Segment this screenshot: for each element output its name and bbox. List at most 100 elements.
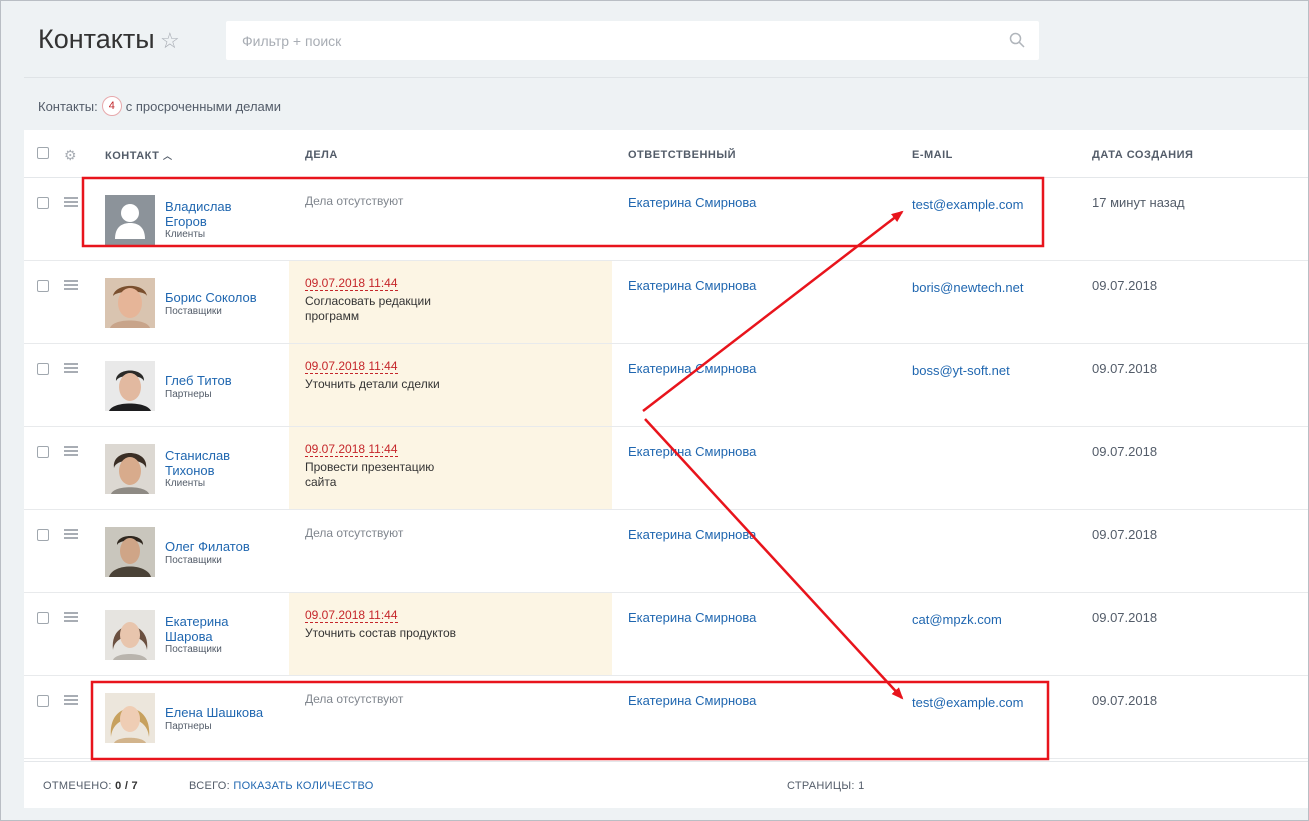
contact-type: Поставщики bbox=[165, 555, 222, 566]
star-icon[interactable]: ☆ bbox=[160, 28, 180, 54]
responsible-link[interactable]: Екатерина Смирнова bbox=[628, 527, 756, 542]
avatar[interactable] bbox=[105, 361, 155, 411]
created-date: 09.07.2018 bbox=[1092, 527, 1158, 542]
column-created[interactable]: ДАТА СОЗДАНИЯ bbox=[1092, 149, 1193, 161]
email-link[interactable]: boss@yt-soft.net bbox=[912, 363, 1010, 378]
contact-name-link[interactable]: Станислав Тихонов bbox=[165, 448, 265, 478]
avatar-photo bbox=[105, 444, 155, 494]
drag-handle-icon[interactable] bbox=[64, 612, 78, 624]
email-link[interactable]: boris@newtech.net bbox=[912, 280, 1023, 295]
search-box[interactable] bbox=[226, 21, 1039, 60]
row-checkbox[interactable] bbox=[37, 446, 49, 458]
drag-handle-icon[interactable] bbox=[64, 280, 78, 292]
email-link[interactable]: cat@mpzk.com bbox=[912, 612, 1002, 627]
deal-deadline-link[interactable]: 09.07.2018 11:44 bbox=[305, 277, 398, 291]
grid-footer: ОТМЕЧЕНО: 0 / 7 ВСЕГО: ПОКАЗАТЬ КОЛИЧЕСТ… bbox=[24, 761, 1309, 808]
deal-deadline-link[interactable]: 09.07.2018 11:44 bbox=[305, 360, 398, 374]
created-date: 09.07.2018 bbox=[1092, 610, 1158, 625]
row-checkbox[interactable] bbox=[37, 363, 49, 375]
page-header: Контакты ☆ bbox=[0, 0, 1309, 78]
total-counter: ВСЕГО: ПОКАЗАТЬ КОЛИЧЕСТВО bbox=[189, 780, 374, 792]
checked-value: 0 / 7 bbox=[115, 780, 138, 792]
responsible-link[interactable]: Екатерина Смирнова bbox=[628, 195, 756, 210]
deal-text[interactable]: Уточнить детали сделки bbox=[305, 377, 465, 392]
table-row[interactable]: Екатерина Шарова Поставщики 09.07.2018 1… bbox=[24, 593, 1309, 676]
contact-type: Клиенты bbox=[165, 478, 206, 489]
avatar-photo bbox=[105, 693, 155, 743]
created-date: 09.07.2018 bbox=[1092, 361, 1158, 376]
deal-cell: Дела отсутствуют bbox=[289, 178, 612, 260]
responsible-link[interactable]: Екатерина Смирнова bbox=[628, 693, 756, 708]
select-all-checkbox[interactable] bbox=[37, 147, 49, 159]
show-count-link[interactable]: ПОКАЗАТЬ КОЛИЧЕСТВО bbox=[233, 780, 373, 792]
header-divider bbox=[24, 77, 1309, 78]
drag-handle-icon[interactable] bbox=[64, 363, 78, 375]
contact-name-link[interactable]: Глеб Титов bbox=[165, 373, 265, 388]
avatar[interactable] bbox=[105, 444, 155, 494]
pages-counter: СТРАНИЦЫ: 1 bbox=[787, 780, 865, 792]
avatar[interactable] bbox=[105, 610, 155, 660]
row-checkbox[interactable] bbox=[37, 197, 49, 209]
avatar-photo bbox=[105, 527, 155, 577]
deal-cell: Дела отсутствуют bbox=[289, 510, 612, 592]
created-date: 09.07.2018 bbox=[1092, 278, 1158, 293]
search-icon[interactable] bbox=[1009, 32, 1025, 48]
column-contact[interactable]: КОНТАКТ ︿ bbox=[105, 149, 172, 162]
gear-icon[interactable]: ⚙ bbox=[64, 147, 77, 164]
drag-handle-icon[interactable] bbox=[64, 446, 78, 458]
contacts-grid: ⚙ КОНТАКТ ︿ ДЕЛА ОТВЕТСТВЕННЫЙ E-MAIL ДА… bbox=[24, 130, 1309, 808]
drag-handle-icon[interactable] bbox=[64, 197, 78, 209]
deal-text[interactable]: Провести презентацию сайта bbox=[305, 460, 465, 490]
email-link[interactable]: test@example.com bbox=[912, 695, 1023, 710]
column-email[interactable]: E-MAIL bbox=[912, 149, 953, 161]
drag-handle-icon[interactable] bbox=[64, 529, 78, 541]
deal-text[interactable]: Уточнить состав продуктов bbox=[305, 626, 465, 641]
deal-deadline-link[interactable]: 09.07.2018 11:44 bbox=[305, 443, 398, 457]
contact-type: Поставщики bbox=[165, 306, 222, 317]
responsible-link[interactable]: Екатерина Смирнова bbox=[628, 444, 756, 459]
pages-value[interactable]: 1 bbox=[858, 780, 864, 792]
row-checkbox[interactable] bbox=[37, 612, 49, 624]
row-checkbox[interactable] bbox=[37, 695, 49, 707]
table-row[interactable]: Станислав Тихонов Клиенты 09.07.2018 11:… bbox=[24, 427, 1309, 510]
row-checkbox[interactable] bbox=[37, 529, 49, 541]
table-row[interactable]: Елена Шашкова Партнеры Дела отсутствуют … bbox=[24, 676, 1309, 759]
avatar[interactable] bbox=[105, 693, 155, 743]
column-responsible[interactable]: ОТВЕТСТВЕННЫЙ bbox=[628, 149, 736, 161]
avatar-photo bbox=[105, 361, 155, 411]
deal-text[interactable]: Согласовать редакции программ bbox=[305, 294, 465, 324]
avatar[interactable] bbox=[105, 278, 155, 328]
counter-badge[interactable]: 4 bbox=[101, 96, 122, 116]
page-title: Контакты bbox=[38, 24, 155, 54]
contact-name-link[interactable]: Борис Соколов bbox=[165, 290, 265, 305]
table-row[interactable]: Владислав Егоров Клиенты Дела отсутствую… bbox=[24, 178, 1309, 261]
sort-asc-icon: ︿ bbox=[162, 151, 173, 161]
overdue-counter: Контакты: 4 с просроченными делами bbox=[38, 96, 281, 116]
contact-type: Партнеры bbox=[165, 721, 212, 732]
default-user-icon bbox=[105, 195, 155, 245]
contact-name-link[interactable]: Олег Филатов bbox=[165, 539, 265, 554]
deal-deadline-link[interactable]: 09.07.2018 11:44 bbox=[305, 609, 398, 623]
row-checkbox[interactable] bbox=[37, 280, 49, 292]
deal-cell: 09.07.2018 11:44 Уточнить состав продукт… bbox=[289, 593, 612, 675]
contact-name-link[interactable]: Елена Шашкова bbox=[165, 705, 265, 720]
table-row[interactable]: Борис Соколов Поставщики 09.07.2018 11:4… bbox=[24, 261, 1309, 344]
drag-handle-icon[interactable] bbox=[64, 695, 78, 707]
table-row[interactable]: Глеб Титов Партнеры 09.07.2018 11:44 Уто… bbox=[24, 344, 1309, 427]
responsible-link[interactable]: Екатерина Смирнова bbox=[628, 610, 756, 625]
table-row[interactable]: Олег Филатов Поставщики Дела отсутствуют… bbox=[24, 510, 1309, 593]
contact-name-link[interactable]: Екатерина Шарова bbox=[165, 614, 265, 644]
contact-name-link[interactable]: Владислав Егоров bbox=[165, 199, 265, 229]
no-deals-text: Дела отсутствуют bbox=[305, 692, 404, 706]
column-deals[interactable]: ДЕЛА bbox=[305, 149, 338, 161]
counter-suffix[interactable]: с просроченными делами bbox=[126, 99, 281, 114]
email-link[interactable]: test@example.com bbox=[912, 197, 1023, 212]
grid-header: ⚙ КОНТАКТ ︿ ДЕЛА ОТВЕТСТВЕННЫЙ E-MAIL ДА… bbox=[24, 130, 1309, 178]
checked-counter: ОТМЕЧЕНО: 0 / 7 bbox=[43, 780, 138, 792]
search-input[interactable] bbox=[226, 21, 1039, 60]
avatar[interactable] bbox=[105, 527, 155, 577]
responsible-link[interactable]: Екатерина Смирнова bbox=[628, 278, 756, 293]
responsible-link[interactable]: Екатерина Смирнова bbox=[628, 361, 756, 376]
contact-type: Клиенты bbox=[165, 229, 206, 240]
avatar[interactable] bbox=[105, 195, 155, 245]
